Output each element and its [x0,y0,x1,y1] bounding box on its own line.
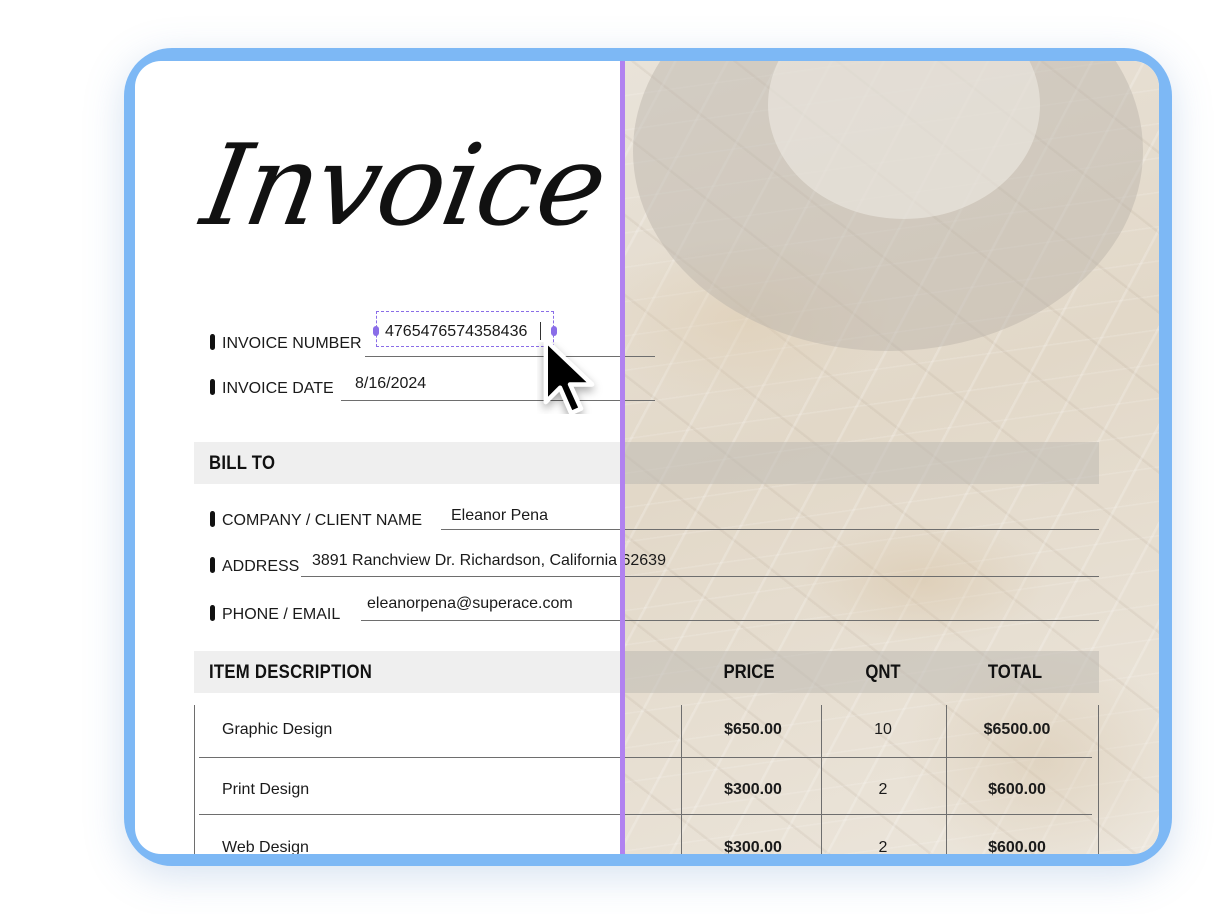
selection-handle-right[interactable] [551,326,557,336]
bullet-marker [210,511,215,527]
invoice-title: Invoice [193,121,615,251]
table-row-total: $6500.00 [983,721,1051,738]
address-underline [301,576,1099,577]
qnt-header: QNT [865,662,901,683]
bill-to-heading: BILL TO [209,453,276,474]
table-column-divider [821,705,822,854]
table-row-price: $300.00 [724,839,782,854]
bullet-marker [210,379,215,395]
table-row-divider [199,757,1092,758]
contact-underline [361,620,1099,621]
table-row-qnt: 2 [878,839,888,854]
table-column-divider [946,705,947,854]
invoice-number-underline [365,356,655,357]
company-value[interactable]: Eleanor Pena [451,507,548,525]
total-header: TOTAL [987,662,1043,683]
bullet-marker [210,334,215,350]
table-row-price: $650.00 [724,721,782,738]
selection-handle-left[interactable] [373,326,379,336]
address-label: ADDRESS [222,558,300,575]
table-row-price: $300.00 [724,781,782,798]
table-row-description: Web Design [222,839,309,854]
split-divider[interactable] [620,61,625,854]
table-row-total: $600.00 [988,839,1046,854]
invoice-number-label: INVOICE NUMBER [222,335,362,352]
contact-value[interactable]: eleanorpena@superace.com [367,595,573,613]
table-border-right [1098,705,1099,854]
bill-to-band-right [625,442,1099,484]
bullet-marker [210,557,215,573]
address-value[interactable]: 3891 Ranchview Dr. Richardson, Californi… [312,552,666,570]
text-selection-box[interactable] [376,311,554,347]
cursor-arrow-icon [543,342,595,414]
table-row-qnt: 2 [878,781,888,798]
table-row-description: Graphic Design [222,721,333,738]
price-header: PRICE [723,662,775,683]
contact-label: PHONE / EMAIL [222,606,341,623]
table-row-qnt: 10 [874,721,892,738]
table-row-total: $600.00 [988,781,1046,798]
company-underline [441,529,1099,530]
item-description-header: ITEM DESCRIPTION [209,662,373,683]
bullet-marker [210,605,215,621]
invoice-date-label: INVOICE DATE [222,380,334,397]
text-caret [540,322,541,340]
invoice-date-value[interactable]: 8/16/2024 [355,375,426,393]
company-label: COMPANY / CLIENT NAME [222,512,423,529]
table-border-left [194,705,195,854]
invoice-document: Invoice INVOICE NUMBER 4765476574358436 … [135,61,1159,854]
table-column-divider [681,705,682,854]
table-row-divider [199,814,1092,815]
table-row-description: Print Design [222,781,310,798]
